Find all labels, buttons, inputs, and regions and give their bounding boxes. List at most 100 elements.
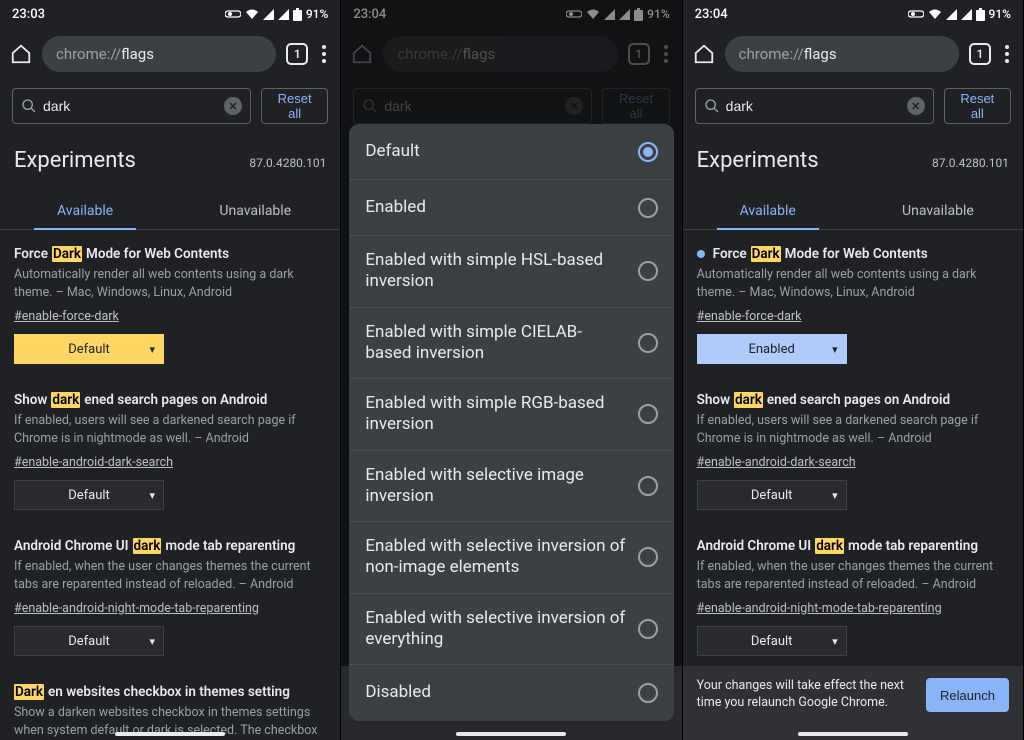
url-bar[interactable]: chrome://flags <box>42 36 276 72</box>
flag-select[interactable]: Default <box>697 626 847 656</box>
search-icon <box>21 98 37 114</box>
home-icon[interactable] <box>10 43 32 65</box>
page-title: Experiments <box>697 148 819 173</box>
browser-toolbar: chrome://flags 1 <box>341 28 681 80</box>
home-icon[interactable] <box>693 43 715 65</box>
flag-description: If enabled, users will see a darkened se… <box>14 412 326 447</box>
modified-dot-icon <box>697 250 705 258</box>
flag-description: Automatically render all web contents us… <box>14 266 326 301</box>
battery-icon <box>293 8 302 21</box>
tab-available[interactable]: Available <box>683 191 853 229</box>
flag-item: Show darkened search pages on Android If… <box>697 376 1009 522</box>
radio-icon <box>638 619 658 639</box>
relaunch-button[interactable]: Relaunch <box>926 678 1009 712</box>
clear-search-icon: ✕ <box>565 97 583 115</box>
option-selective-nonimage[interactable]: Enabled with selective inversion of non-… <box>349 522 673 594</box>
relaunch-message: Your changes will take effect the next t… <box>697 678 916 712</box>
search-input-wrapper: ✕ <box>353 88 592 124</box>
radio-checked-icon <box>638 142 658 162</box>
radio-icon <box>638 547 658 567</box>
url-bar[interactable]: chrome://flags <box>383 36 617 72</box>
search-icon <box>704 98 720 114</box>
tabs: Available Unavailable <box>683 191 1023 230</box>
vpn-icon <box>566 9 582 19</box>
tab-available[interactable]: Available <box>0 191 170 229</box>
browser-toolbar: chrome://flags 1 <box>0 28 340 80</box>
reset-all-button[interactable]: Reset all <box>944 88 1011 124</box>
tabs: Available Unavailable <box>0 191 340 230</box>
chrome-version: 87.0.4280.101 <box>249 156 326 170</box>
flag-select[interactable]: Default <box>14 626 164 656</box>
overflow-menu-icon[interactable] <box>1001 41 1013 67</box>
flag-description: If enabled, when the user changes themes… <box>697 558 1009 593</box>
chrome-version: 87.0.4280.101 <box>932 156 1009 170</box>
reset-all-button[interactable]: Reset all <box>261 88 328 124</box>
option-enabled[interactable]: Enabled <box>349 180 673 236</box>
signal-icon-2 <box>278 9 289 20</box>
flag-anchor-link[interactable]: #enable-android-dark-search <box>697 455 856 470</box>
option-disabled[interactable]: Disabled <box>349 665 673 721</box>
flag-anchor-link[interactable]: #enable-force-dark <box>697 309 802 324</box>
clear-search-icon[interactable]: ✕ <box>907 97 925 115</box>
wifi-icon <box>586 9 600 20</box>
nav-handle <box>115 732 225 736</box>
option-selective-everything[interactable]: Enabled with selective inversion of ever… <box>349 594 673 666</box>
tab-switcher[interactable]: 1 <box>969 43 991 65</box>
flag-options-sheet: Default Enabled Enabled with simple HSL-… <box>349 124 673 721</box>
signal-icon <box>263 9 274 20</box>
overflow-menu-icon[interactable] <box>318 41 330 67</box>
status-icons: 91% <box>566 7 669 21</box>
home-icon[interactable] <box>351 43 373 65</box>
flag-title: Android Chrome UI dark mode tab reparent… <box>697 538 1009 554</box>
overflow-menu-icon[interactable] <box>660 41 672 67</box>
flag-select[interactable]: Default <box>14 334 164 364</box>
flag-description: If enabled, users will see a darkened se… <box>697 412 1009 447</box>
signal-icon <box>946 9 957 20</box>
option-default[interactable]: Default <box>349 124 673 180</box>
status-time: 23:04 <box>695 7 728 22</box>
status-bar: 23:04 91% <box>341 0 681 28</box>
status-bar: 23:03 91% <box>0 0 340 28</box>
battery-icon <box>976 8 985 21</box>
status-time: 23:04 <box>353 7 386 22</box>
flag-select[interactable]: Enabled <box>697 334 847 364</box>
option-selective-image[interactable]: Enabled with selective image inversion <box>349 451 673 523</box>
flag-item: Force Dark Mode for Web Contents Automat… <box>697 230 1009 376</box>
search-input <box>384 98 565 114</box>
option-hsl[interactable]: Enabled with simple HSL-based inversion <box>349 236 673 308</box>
radio-icon <box>638 476 658 496</box>
flag-list: Force Dark Mode for Web Contents Automat… <box>0 230 340 740</box>
wifi-icon <box>245 9 259 20</box>
option-rgb[interactable]: Enabled with simple RGB-based inversion <box>349 379 673 451</box>
search-input-wrapper[interactable]: ✕ <box>12 88 251 124</box>
search-input[interactable] <box>43 98 224 114</box>
tab-switcher[interactable]: 1 <box>286 43 308 65</box>
clear-search-icon[interactable]: ✕ <box>224 97 242 115</box>
tab-switcher[interactable]: 1 <box>628 43 650 65</box>
tab-unavailable[interactable]: Unavailable <box>853 191 1023 229</box>
battery-icon <box>634 8 643 21</box>
status-bar: 23:04 91% <box>683 0 1023 28</box>
flag-anchor-link[interactable]: #enable-android-dark-search <box>14 455 173 470</box>
flag-anchor-link[interactable]: #enable-force-dark <box>14 309 119 324</box>
flag-select[interactable]: Default <box>14 480 164 510</box>
battery-pct: 91% <box>306 7 328 21</box>
search-icon <box>362 98 378 114</box>
option-cielab[interactable]: Enabled with simple CIELAB-based inversi… <box>349 308 673 380</box>
flag-anchor-link[interactable]: #enable-android-night-mode-tab-reparenti… <box>14 601 259 616</box>
flag-description: If enabled, when the user changes themes… <box>14 558 326 593</box>
radio-icon <box>638 404 658 424</box>
battery-pct: 91% <box>989 7 1011 21</box>
signal-icon <box>604 9 615 20</box>
flag-anchor-link[interactable]: #enable-android-night-mode-tab-reparenti… <box>697 601 942 616</box>
reset-all-button: Reset all <box>602 88 669 124</box>
flag-select[interactable]: Default <box>697 480 847 510</box>
tab-unavailable[interactable]: Unavailable <box>170 191 340 229</box>
relaunch-bar: Your changes will take effect the next t… <box>683 666 1023 740</box>
vpn-icon <box>225 9 241 19</box>
radio-icon <box>638 333 658 353</box>
url-bar[interactable]: chrome://flags <box>725 36 959 72</box>
search-input-wrapper[interactable]: ✕ <box>695 88 934 124</box>
flag-title: Force Dark Mode for Web Contents <box>697 246 1009 262</box>
search-input[interactable] <box>726 98 907 114</box>
